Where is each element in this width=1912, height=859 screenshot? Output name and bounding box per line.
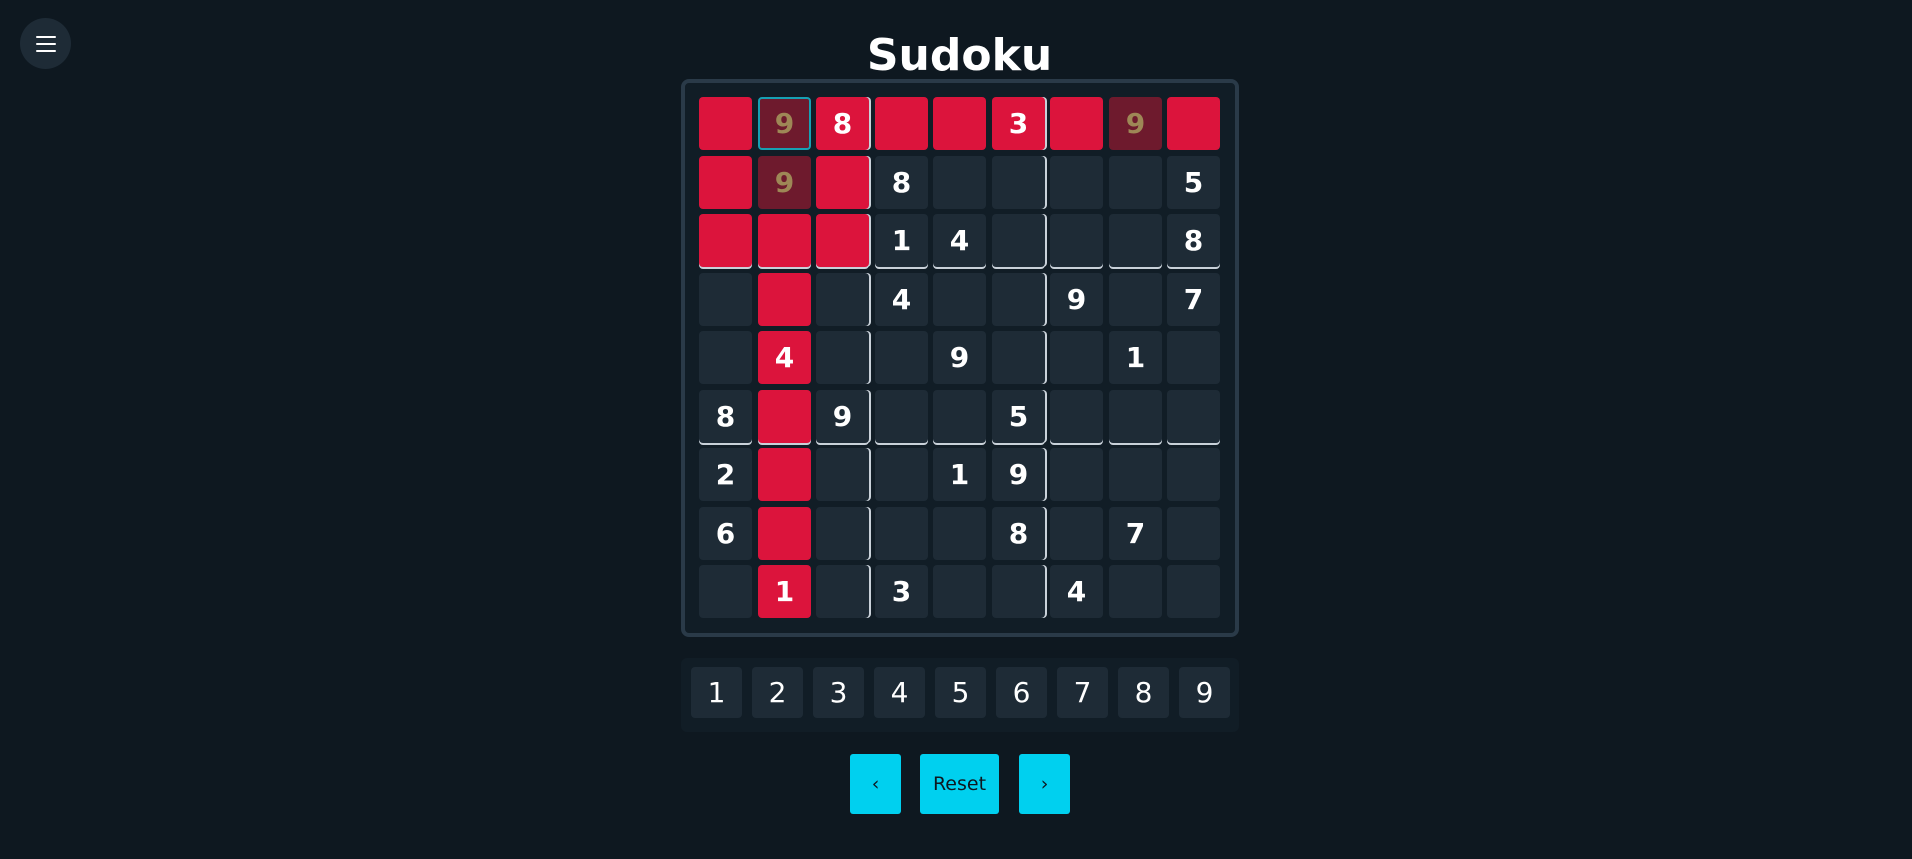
sudoku-cell[interactable] [816, 331, 869, 384]
sudoku-cell[interactable] [816, 273, 869, 326]
sudoku-cell[interactable]: 7 [1167, 273, 1220, 326]
sudoku-cell[interactable] [1109, 156, 1162, 209]
sudoku-cell[interactable]: 9 [992, 448, 1045, 501]
sudoku-cell[interactable]: 4 [758, 331, 811, 384]
sudoku-cell[interactable] [816, 507, 869, 560]
number-key-1[interactable]: 1 [691, 667, 742, 718]
sudoku-cell[interactable]: 1 [758, 565, 811, 618]
number-key-5[interactable]: 5 [935, 667, 986, 718]
sudoku-cell[interactable]: 3 [875, 565, 928, 618]
next-button[interactable]: › [1019, 754, 1070, 814]
sudoku-cell[interactable] [1109, 214, 1162, 267]
reset-button[interactable]: Reset [920, 754, 999, 814]
sudoku-cell[interactable]: 8 [816, 97, 869, 150]
sudoku-cell[interactable] [992, 273, 1045, 326]
sudoku-cell[interactable]: 9 [1109, 97, 1162, 150]
page-title: Sudoku [866, 30, 1053, 81]
sudoku-cell[interactable]: 9 [758, 156, 811, 209]
sudoku-cell[interactable] [992, 565, 1045, 618]
sudoku-cell[interactable] [1109, 390, 1162, 443]
sudoku-cell[interactable] [1109, 565, 1162, 618]
sudoku-cell[interactable] [699, 273, 752, 326]
sudoku-cell[interactable]: 4 [933, 214, 986, 267]
sudoku-cell[interactable] [875, 331, 928, 384]
sudoku-cell[interactable] [816, 156, 869, 209]
sudoku-cell[interactable]: 9 [1050, 273, 1103, 326]
sudoku-cell[interactable] [875, 390, 928, 443]
sudoku-cell[interactable]: 5 [992, 390, 1045, 443]
sudoku-cell[interactable] [992, 214, 1045, 267]
sudoku-cell[interactable] [699, 331, 752, 384]
sudoku-cell[interactable] [1050, 390, 1103, 443]
sudoku-cell[interactable] [1050, 97, 1103, 150]
sudoku-cell[interactable]: 8 [875, 156, 928, 209]
sudoku-cell[interactable] [758, 507, 811, 560]
sudoku-cell[interactable] [1109, 448, 1162, 501]
sudoku-cell[interactable] [933, 156, 986, 209]
sudoku-cell[interactable] [992, 331, 1045, 384]
sudoku-cell[interactable] [758, 390, 811, 443]
sudoku-cell[interactable] [1167, 331, 1220, 384]
sudoku-cell[interactable] [758, 214, 811, 267]
sudoku-cell[interactable] [816, 565, 869, 618]
sudoku-cell[interactable] [699, 156, 752, 209]
sudoku-cell[interactable]: 8 [699, 390, 752, 443]
sudoku-cell[interactable] [875, 507, 928, 560]
sudoku-cell[interactable] [699, 565, 752, 618]
sudoku-cell[interactable] [699, 214, 752, 267]
sudoku-cell[interactable] [816, 214, 869, 267]
sudoku-cell[interactable]: 2 [699, 448, 752, 501]
number-pad: 123456789 [681, 658, 1239, 732]
sudoku-cell[interactable] [699, 97, 752, 150]
number-key-9[interactable]: 9 [1179, 667, 1230, 718]
sudoku-cell[interactable]: 4 [1050, 565, 1103, 618]
sudoku-cell[interactable] [1167, 565, 1220, 618]
sudoku-cell[interactable] [1109, 273, 1162, 326]
sudoku-cell[interactable]: 9 [758, 97, 811, 150]
sudoku-cell[interactable] [758, 273, 811, 326]
sudoku-cell[interactable] [816, 448, 869, 501]
previous-button[interactable]: ‹ [850, 754, 901, 814]
sudoku-cell[interactable] [933, 565, 986, 618]
sudoku-cell[interactable]: 1 [1109, 331, 1162, 384]
sudoku-cell[interactable] [758, 448, 811, 501]
number-key-7[interactable]: 7 [1057, 667, 1108, 718]
sudoku-cell[interactable]: 9 [933, 331, 986, 384]
sudoku-cell[interactable]: 8 [1167, 214, 1220, 267]
sudoku-cell[interactable]: 6 [699, 507, 752, 560]
sudoku-cell[interactable]: 5 [1167, 156, 1220, 209]
number-key-3[interactable]: 3 [813, 667, 864, 718]
sudoku-cell[interactable] [933, 390, 986, 443]
sudoku-cell[interactable] [1167, 390, 1220, 443]
sudoku-cell[interactable]: 9 [816, 390, 869, 443]
sudoku-cell[interactable]: 1 [875, 214, 928, 267]
number-key-2[interactable]: 2 [752, 667, 803, 718]
number-key-8[interactable]: 8 [1118, 667, 1169, 718]
sudoku-cell[interactable]: 7 [1109, 507, 1162, 560]
number-key-6[interactable]: 6 [996, 667, 1047, 718]
sudoku-cell[interactable] [933, 507, 986, 560]
sudoku-cell[interactable]: 8 [992, 507, 1045, 560]
number-key-4[interactable]: 4 [874, 667, 925, 718]
sudoku-cell[interactable] [1167, 448, 1220, 501]
sudoku-cell[interactable] [875, 448, 928, 501]
sudoku-cell[interactable] [875, 97, 928, 150]
sudoku-cell[interactable]: 3 [992, 97, 1045, 150]
sudoku-cell[interactable] [933, 97, 986, 150]
sudoku-board: 9839985148497491895219687134 [681, 79, 1239, 637]
sudoku-cell[interactable] [992, 156, 1045, 209]
sudoku-cell[interactable] [1167, 507, 1220, 560]
sudoku-cell[interactable] [1050, 331, 1103, 384]
sudoku-cell[interactable] [1050, 214, 1103, 267]
sudoku-cell[interactable]: 1 [933, 448, 986, 501]
sudoku-cell[interactable]: 4 [875, 273, 928, 326]
sudoku-cell[interactable] [1050, 507, 1103, 560]
sudoku-cell[interactable] [1050, 448, 1103, 501]
sudoku-cell[interactable] [933, 273, 986, 326]
sudoku-cell[interactable] [1167, 97, 1220, 150]
sudoku-cell[interactable] [1050, 156, 1103, 209]
